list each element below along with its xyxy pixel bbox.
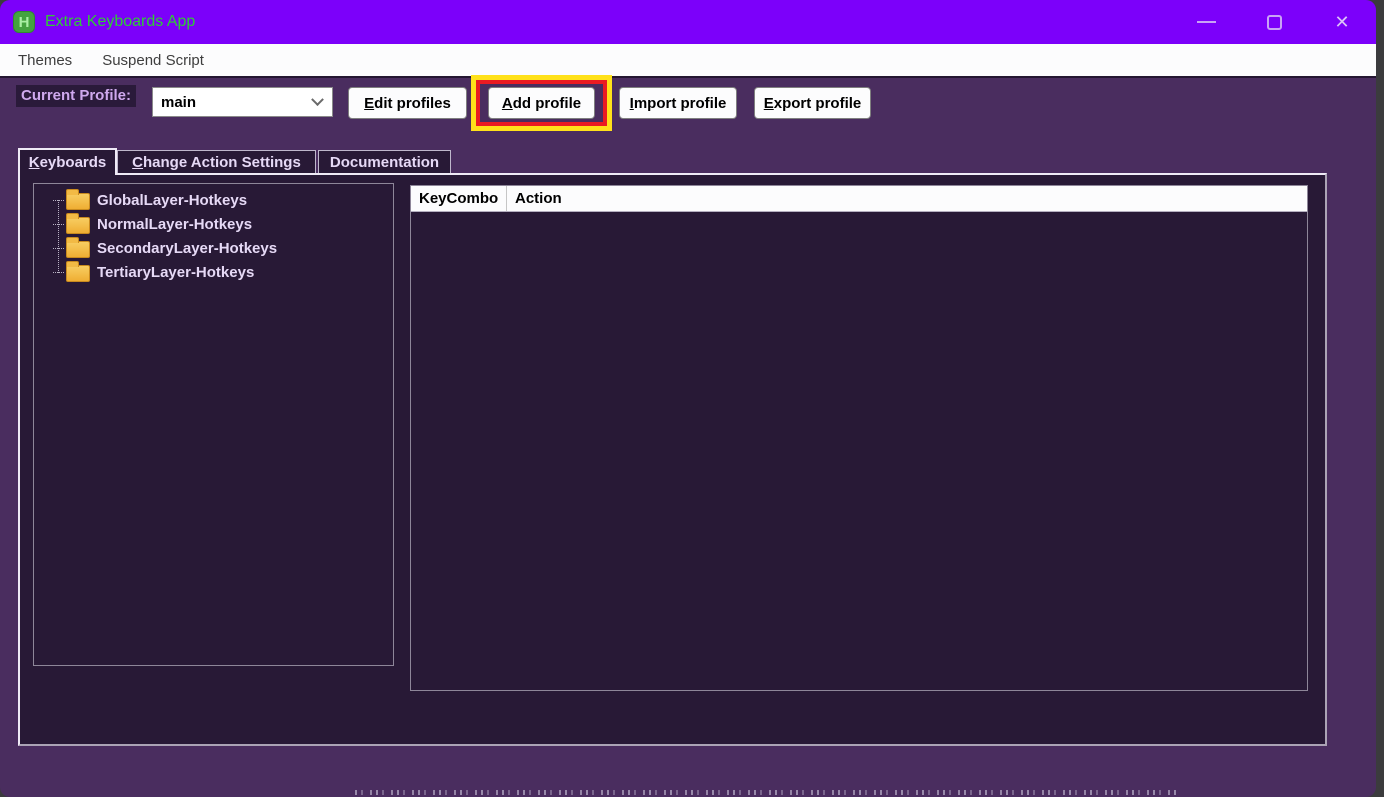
tree-item-globallayer[interactable]: GlobalLayer-Hotkeys xyxy=(53,188,247,212)
tree-item-secondarylayer[interactable]: SecondaryLayer-Hotkeys xyxy=(53,236,277,260)
current-profile-label: Current Profile: xyxy=(16,85,136,107)
screen: H Extra Keyboards App ✕ Themes Suspend S… xyxy=(0,0,1384,797)
app-window: H Extra Keyboards App ✕ Themes Suspend S… xyxy=(0,0,1376,797)
edit-profiles-button[interactable]: Edit profiles xyxy=(348,87,467,119)
tab-keyboards[interactable]: Keyboards xyxy=(18,148,117,175)
close-button[interactable]: ✕ xyxy=(1308,0,1376,44)
import-profile-button[interactable]: Import profile xyxy=(619,87,737,119)
folder-icon xyxy=(66,265,90,282)
column-header-keycombo[interactable]: KeyCombo xyxy=(411,186,507,211)
export-profile-button[interactable]: Export profile xyxy=(754,87,871,119)
app-icon: H xyxy=(13,11,35,33)
titlebar[interactable]: H Extra Keyboards App ✕ xyxy=(0,0,1376,44)
tree-item-label: TertiaryLayer-Hotkeys xyxy=(97,264,254,281)
add-profile-button[interactable]: Add profile xyxy=(488,87,595,119)
clipped-text-artifact xyxy=(355,790,1180,795)
tree-connector-stub xyxy=(53,200,64,201)
tree-connector-stub xyxy=(53,224,64,225)
click-highlight-inner: Add profile xyxy=(476,80,607,126)
tab-label: hange Action Settings xyxy=(143,154,301,171)
minimize-icon xyxy=(1197,21,1216,23)
tab-documentation[interactable]: Documentation xyxy=(318,150,451,174)
layers-tree: GlobalLayer-Hotkeys NormalLayer-Hotkeys … xyxy=(33,183,394,666)
tree-connector-stub xyxy=(53,248,64,249)
window-controls: ✕ xyxy=(1172,0,1376,44)
folder-icon xyxy=(66,217,90,234)
maximize-icon xyxy=(1267,15,1282,30)
hotkey-list-body xyxy=(411,212,1307,691)
button-label: mport profile xyxy=(634,95,727,112)
menu-item-themes[interactable]: Themes xyxy=(14,50,76,71)
click-highlight-annotation: Add profile xyxy=(471,75,612,131)
column-header-action[interactable]: Action xyxy=(507,186,1307,211)
profile-select[interactable]: main xyxy=(152,87,333,117)
minimize-button[interactable] xyxy=(1172,0,1240,44)
folder-icon xyxy=(66,193,90,210)
tree-item-label: SecondaryLayer-Hotkeys xyxy=(97,240,277,257)
hotkey-list-header: KeyCombo Action xyxy=(411,186,1307,212)
button-label: dd profile xyxy=(513,95,581,112)
close-icon: ✕ xyxy=(1334,12,1349,33)
menubar: Themes Suspend Script xyxy=(0,44,1376,78)
tree-item-tertiarylayer[interactable]: TertiaryLayer-Hotkeys xyxy=(53,260,254,284)
tree-item-label: GlobalLayer-Hotkeys xyxy=(97,192,247,209)
button-label: dit profiles xyxy=(374,95,451,112)
profile-select-value: main xyxy=(161,94,196,111)
tab-label: Documentation xyxy=(330,154,439,171)
tab-label: K xyxy=(29,154,40,171)
tree-item-normallayer[interactable]: NormalLayer-Hotkeys xyxy=(53,212,252,236)
folder-icon xyxy=(66,241,90,258)
tab-label: eyboards xyxy=(40,154,107,171)
button-label: A xyxy=(502,95,513,112)
tab-label: C xyxy=(132,154,143,171)
tree-connector-stub xyxy=(53,272,64,273)
button-label: E xyxy=(764,95,774,112)
tree-item-label: NormalLayer-Hotkeys xyxy=(97,216,252,233)
menu-item-suspend-script[interactable]: Suspend Script xyxy=(98,50,208,71)
window-title: Extra Keyboards App xyxy=(45,13,195,31)
tab-change-action-settings[interactable]: Change Action Settings xyxy=(117,150,316,174)
button-label: xport profile xyxy=(774,95,862,112)
hotkey-list: KeyCombo Action xyxy=(410,185,1308,691)
maximize-button[interactable] xyxy=(1240,0,1308,44)
chevron-down-icon xyxy=(311,93,324,106)
button-label: E xyxy=(364,95,374,112)
